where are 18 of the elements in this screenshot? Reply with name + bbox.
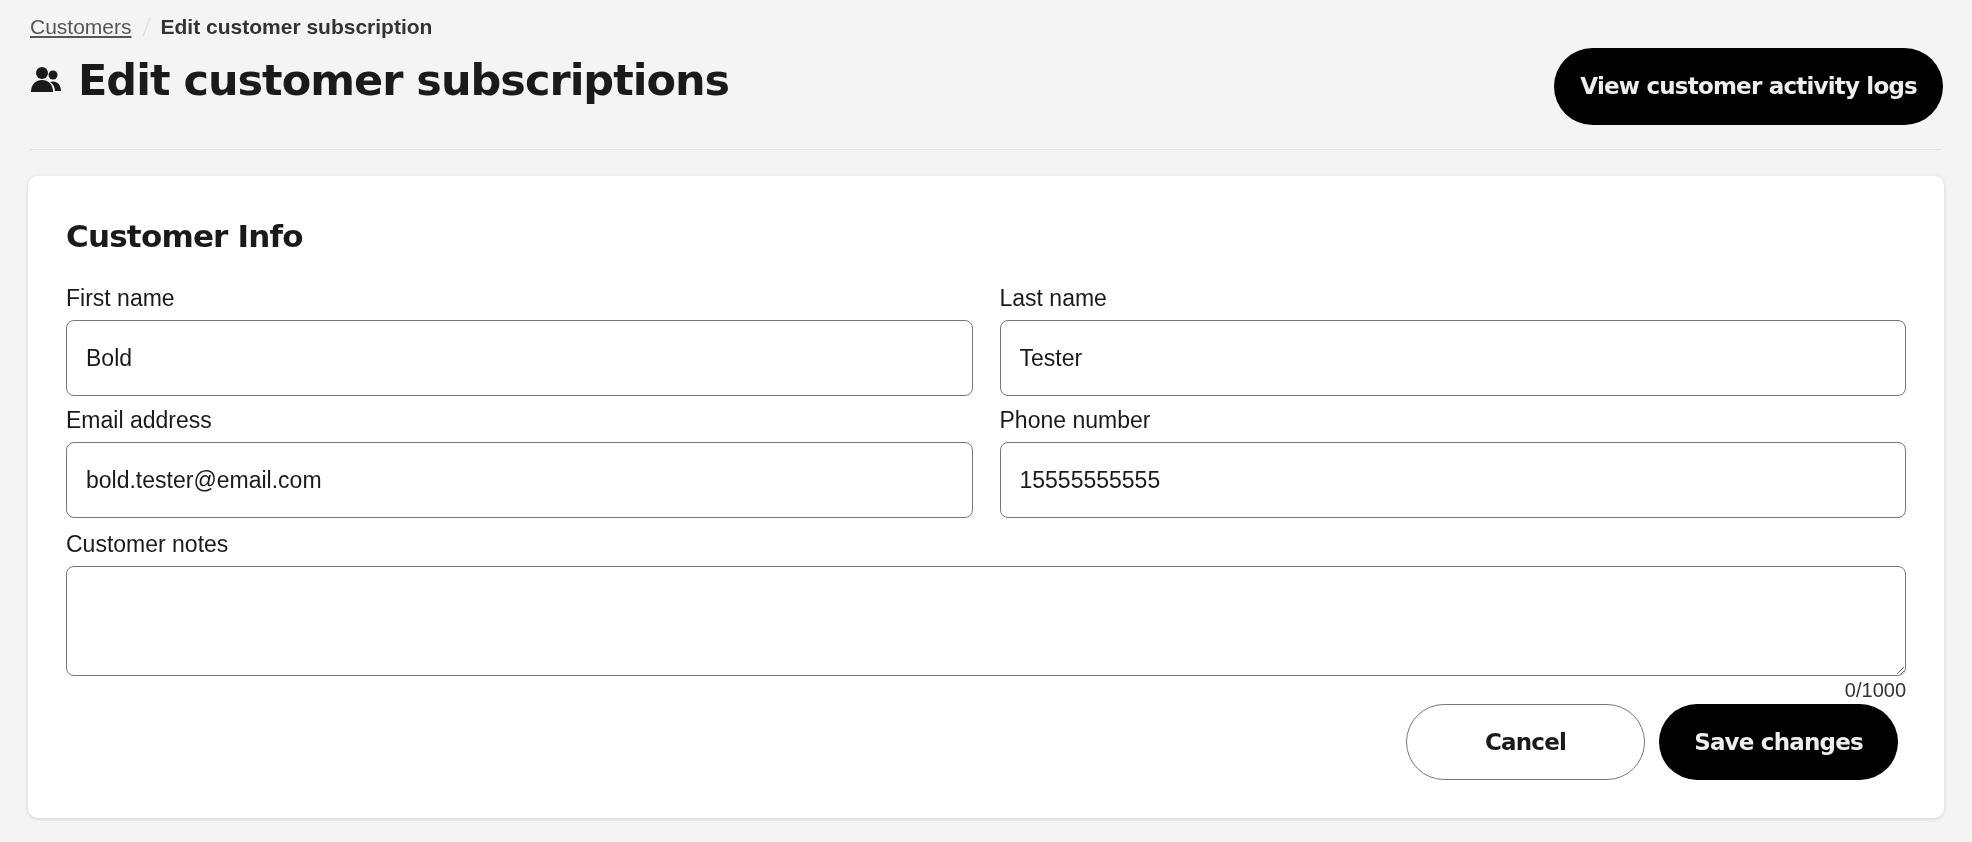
input-field[interactable]: Bold bbox=[66, 320, 973, 396]
field-label: Last name bbox=[999, 284, 1108, 312]
breadcrumb-current: Edit customer subscription bbox=[160, 14, 433, 41]
section-title: Customer Info bbox=[66, 217, 304, 256]
input-field[interactable]: 15555555555 bbox=[999, 442, 1906, 518]
field-label: First name bbox=[66, 284, 176, 312]
page-title: Edit customer subscriptions bbox=[78, 54, 730, 107]
character-counter: 0/1000 bbox=[1844, 678, 1906, 702]
save-button[interactable]: Save changes bbox=[1659, 704, 1898, 780]
input-field[interactable]: bold.tester@email.com bbox=[66, 442, 973, 518]
field-label: Customer notes bbox=[66, 530, 230, 558]
notes-field[interactable] bbox=[66, 566, 1906, 676]
cancel-button[interactable]: Cancel bbox=[1406, 704, 1645, 780]
field-label: Email address bbox=[66, 406, 213, 434]
input-field[interactable]: Tester bbox=[999, 320, 1906, 396]
breadcrumb-link[interactable]: Customers bbox=[30, 11, 132, 43]
view-activity-logs-button[interactable]: View customer activity logs bbox=[1554, 48, 1943, 125]
field-label: Phone number bbox=[999, 406, 1152, 434]
